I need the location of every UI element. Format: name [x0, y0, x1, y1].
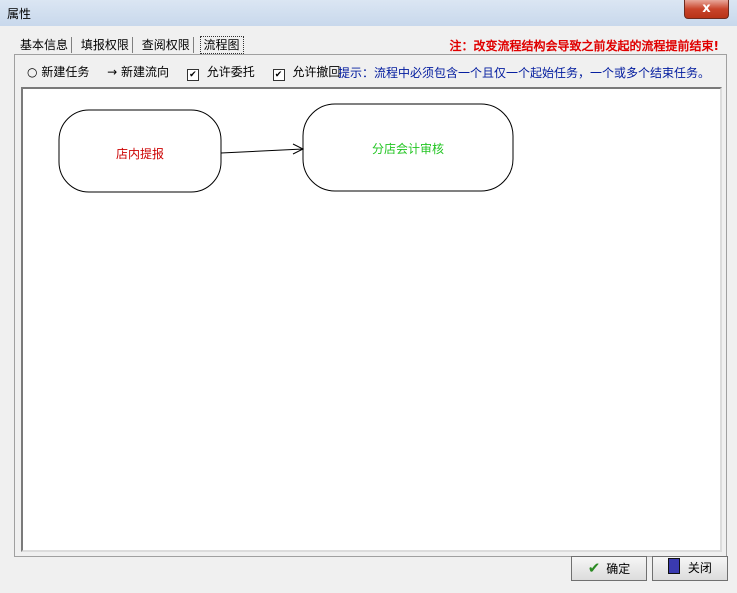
checkbox-checked-icon: ✔: [272, 69, 285, 81]
allow-delegate-label: 允许委托: [206, 65, 255, 79]
title-bar: 属性 x: [0, 0, 737, 27]
hint-text: 提示：流程中必须包含一个且仅一个起始任务，一个或多个结束任务。: [338, 66, 711, 80]
check-icon: ✔: [587, 559, 601, 577]
flow-connector[interactable]: [220, 148, 304, 154]
tab-basic-info[interactable]: 基本信息: [17, 37, 73, 53]
arrow-right-icon: →: [107, 65, 118, 79]
tab-view-permission[interactable]: 查阅权限: [139, 37, 194, 53]
dialog-buttons: ✔ 确定 关闭: [0, 556, 737, 586]
flowchart-panel: ○ 新建任务 → 新建流向 ✔ 允许委托 ✔ 允许撤回 提示：流程中必须包含一个…: [14, 54, 727, 557]
tab-fill-permission[interactable]: 填报权限: [78, 37, 133, 53]
flow-toolbar: ○ 新建任务 → 新建流向 ✔ 允许委托 ✔ 允许撤回: [27, 63, 354, 81]
tab-bar: 基本信息 填报权限 查阅权限 流程图: [17, 36, 246, 54]
new-flow-label: 新建流向: [121, 65, 170, 79]
close-button[interactable]: 关闭: [652, 556, 728, 581]
checkbox-checked-icon: ✔: [186, 69, 199, 81]
allow-delegate-checkbox[interactable]: ✔ 允许委托: [186, 63, 255, 81]
circle-icon: ○: [27, 65, 38, 79]
window-title: 属性: [7, 7, 32, 21]
task-node-store-report[interactable]: 店内提报: [59, 145, 221, 162]
tab-flowchart[interactable]: 流程图: [199, 36, 244, 54]
new-flow-button[interactable]: → 新建流向: [107, 63, 169, 80]
allow-withdraw-checkbox[interactable]: ✔ 允许撤回: [272, 63, 341, 81]
new-task-button[interactable]: ○ 新建任务: [27, 63, 89, 80]
door-icon: [668, 558, 681, 574]
close-window-button[interactable]: x: [684, 0, 729, 19]
dialog-body: 基本信息 填报权限 查阅权限 流程图 注：改变流程结构会导致之前发起的流程提前结…: [0, 26, 737, 593]
warning-text: 注：改变流程结构会导致之前发起的流程提前结束!: [449, 39, 719, 53]
allow-withdraw-label: 允许撤回: [292, 65, 341, 79]
new-task-label: 新建任务: [41, 65, 90, 79]
ok-button[interactable]: ✔ 确定: [571, 556, 647, 581]
task-node-branch-accounting-review[interactable]: 分店会计审核: [303, 140, 513, 157]
flowchart-canvas[interactable]: 店内提报 分店会计审核: [21, 87, 722, 552]
